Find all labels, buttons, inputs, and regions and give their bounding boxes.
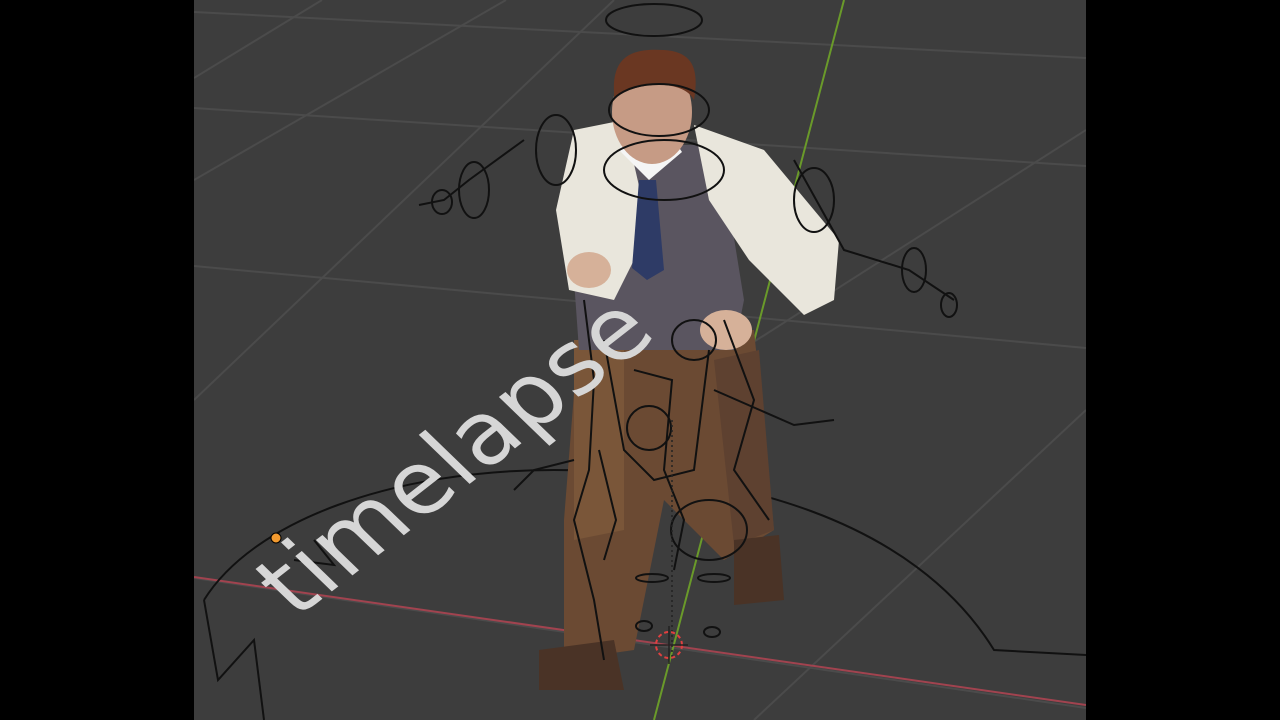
3d-cursor-icon[interactable] xyxy=(650,626,688,664)
letterbox-right xyxy=(1086,0,1280,720)
video-frame: timelapse xyxy=(0,0,1280,720)
letterbox-left xyxy=(0,0,194,720)
3d-viewport[interactable]: timelapse xyxy=(194,0,1086,720)
